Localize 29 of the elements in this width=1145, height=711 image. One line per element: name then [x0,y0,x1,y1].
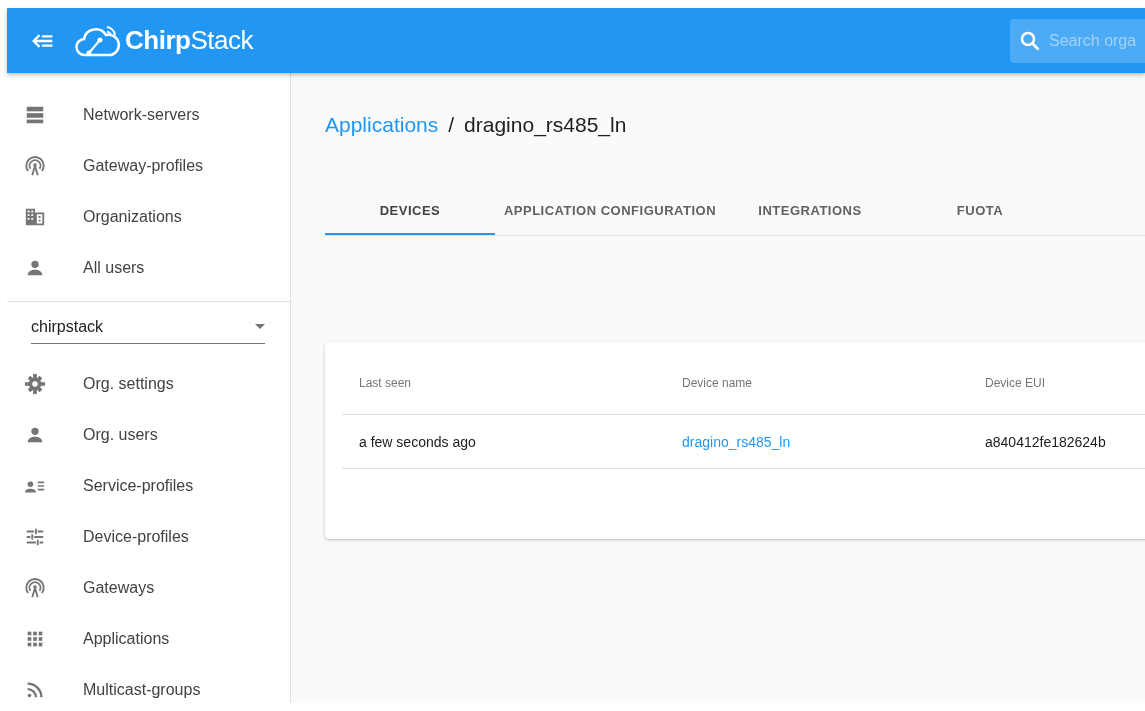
gear-icon [24,372,46,395]
breadcrumb-current: dragino_rs485_ln [464,113,627,137]
column-header: Device name [665,352,968,415]
column-header: Device EUI [968,352,1145,415]
antenna-icon [24,154,46,177]
app-logo-text: ChirpStack [125,25,253,56]
sidebar-item[interactable]: Gateway-profiles [7,140,290,191]
table-cell: a few seconds ago [342,414,665,469]
sidebar-item[interactable]: Applications [7,613,290,664]
column-header: Last seen [342,352,665,415]
organization-select[interactable]: chirpstack [31,310,265,344]
tab[interactable]: INTEGRATIONS [725,187,895,235]
sidebar-item[interactable]: Service-profiles [7,460,290,511]
breadcrumb-separator: / [448,113,455,137]
sidebar-item[interactable]: All users [7,242,290,293]
sidebar-item[interactable]: Network-servers [7,89,290,140]
tab[interactable]: APPLICATION CONFIGURATION [495,187,725,235]
sidebar-item[interactable]: Org. users [7,409,290,460]
search-field[interactable]: Search orga [1010,18,1145,63]
table-cell: a840412fe182624b [968,414,1145,469]
sidebar-item[interactable]: Gateways [7,562,290,613]
sidebar-item[interactable]: Device-profiles [7,511,290,562]
sidebar-item[interactable]: Multicast-groups [7,664,290,711]
sidebar-item[interactable]: Organizations [7,191,290,242]
antenna-icon [24,576,46,599]
sidebar-item[interactable]: Org. settings [7,358,290,409]
dropdown-arrow-icon [255,324,265,329]
tab[interactable]: FUOTA [895,187,1065,235]
tab[interactable]: DEVICES [325,187,495,235]
